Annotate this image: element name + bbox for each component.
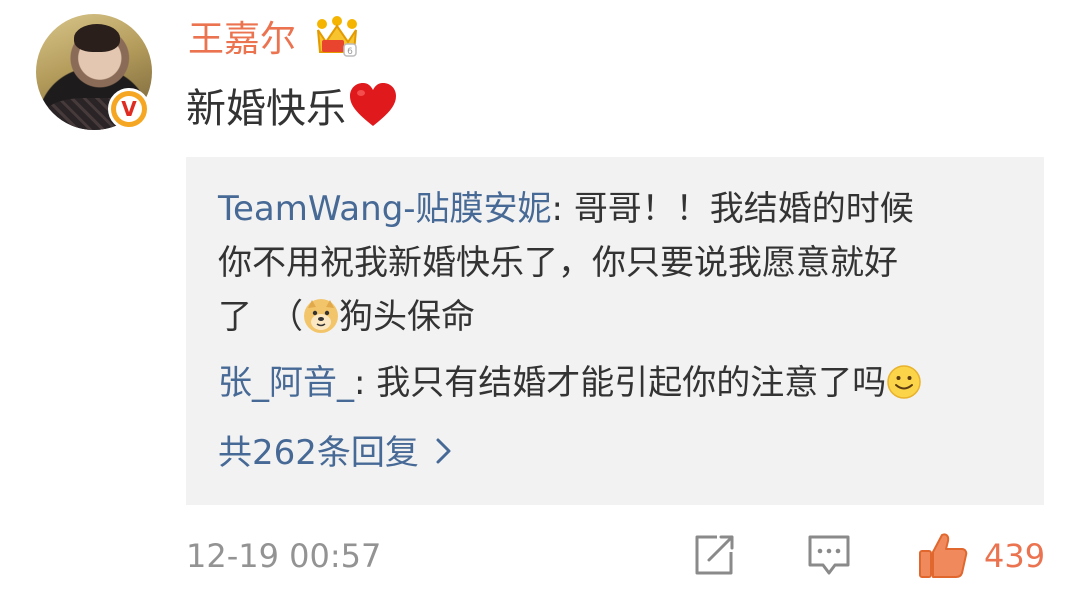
comment-text: 新婚快乐: [186, 82, 398, 136]
share-icon[interactable]: [691, 532, 737, 578]
more-replies-link[interactable]: 共262条回复: [218, 427, 455, 480]
doge-icon: [304, 299, 338, 333]
svg-text:6: 6: [347, 47, 353, 57]
reply-separator: :: [354, 363, 377, 403]
like-count: 439: [984, 537, 1046, 575]
like-icon[interactable]: [918, 530, 968, 580]
comment-icon[interactable]: [806, 532, 852, 578]
avatar-hair: [74, 24, 120, 52]
verified-badge-icon: V: [108, 88, 150, 130]
more-replies-label: 共262条回复: [218, 433, 419, 473]
reply-1-line-3: 了 （ 狗头保命: [218, 291, 475, 344]
crown-icon: 6: [317, 16, 357, 57]
red-heart-icon: [350, 83, 396, 126]
reply-1-line-2: 你不用祝我新婚快乐了，你只要说我愿意就好: [218, 237, 898, 290]
reply-1-line-1: TeamWang-贴膜安妮: 哥哥！！我结婚的时候: [218, 183, 914, 236]
reply-text: 我只有结婚才能引起你的注意了吗: [376, 363, 887, 403]
replies-box[interactable]: TeamWang-贴膜安妮: 哥哥！！我结婚的时候 你不用祝我新婚快乐了，你只要…: [186, 157, 1044, 505]
reply-separator: :: [551, 189, 574, 229]
comment-text-content: 新婚快乐: [186, 86, 346, 132]
reply-author[interactable]: TeamWang-贴膜安妮: [218, 189, 552, 229]
reply-text: 了 （: [218, 297, 303, 337]
reply-text: 你不用祝我新婚快乐了，你只要说我愿意就好: [218, 243, 898, 283]
comment-username[interactable]: 王嘉尔: [188, 18, 296, 62]
reply-2: 张_阿音_: 我只有结婚才能引起你的注意了吗: [218, 357, 922, 410]
smile-icon: [887, 365, 922, 399]
reply-text: 狗头保命: [339, 297, 475, 337]
chevron-right-icon: [436, 438, 451, 464]
comment-timestamp: 12-19 00:57: [186, 537, 382, 575]
comment-page: V 王嘉尔 6 新婚快乐 TeamWang-贴膜安妮: 哥哥！！我结婚的时候 你…: [0, 0, 1080, 599]
verified-badge-letter: V: [116, 96, 142, 122]
reply-text: 哥哥！！我结婚的时候: [573, 189, 914, 229]
reply-author[interactable]: 张_阿音_: [218, 363, 354, 403]
